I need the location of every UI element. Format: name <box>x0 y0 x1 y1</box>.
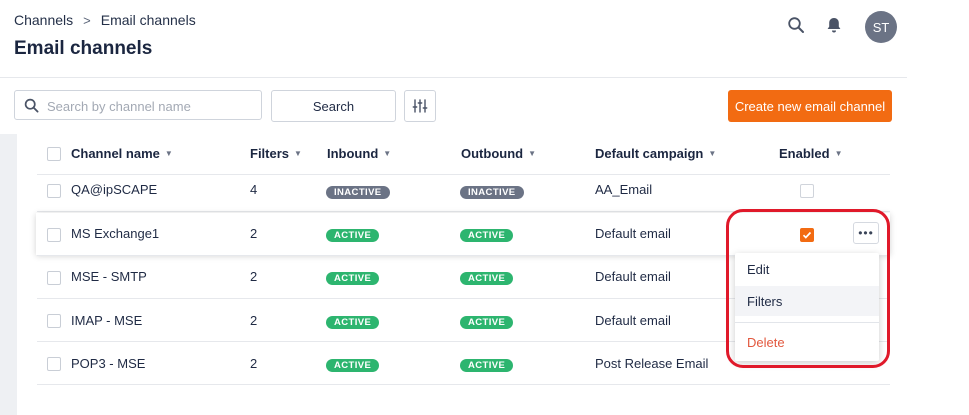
filters-count: 2 <box>250 313 258 328</box>
inbound-status-badge: ACTIVE <box>326 229 380 242</box>
menu-item-label: Filters <box>747 293 783 309</box>
menu-item-filters[interactable]: Filters <box>735 286 879 316</box>
checkmark-icon <box>802 231 812 239</box>
outbound-status-badge: ACTIVE <box>460 359 514 372</box>
sort-caret-icon: ▼ <box>164 149 173 158</box>
row-actions-menu: Edit Filters Delete <box>735 253 879 361</box>
breadcrumb-current: Email channels <box>100 12 196 28</box>
menu-item-edit[interactable]: Edit <box>735 254 879 284</box>
divider <box>37 384 890 385</box>
column-header-enabled[interactable]: Enabled ▼ <box>779 146 843 161</box>
row-checkbox[interactable] <box>47 271 61 285</box>
sliders-icon <box>412 99 428 113</box>
row-checkbox[interactable] <box>47 228 61 242</box>
row-checkbox[interactable] <box>47 357 61 371</box>
default-campaign: Default email <box>595 226 671 241</box>
column-header-label: Channel name <box>71 146 160 161</box>
side-gutter <box>0 134 17 415</box>
channel-name[interactable]: QA@ipSCAPE <box>71 182 157 197</box>
menu-item-label: Delete <box>747 334 785 350</box>
page-header: Channels > Email channels Email channels… <box>0 0 907 78</box>
menu-item-label: Edit <box>747 261 770 277</box>
filters-count: 2 <box>250 226 258 241</box>
column-header-inbound[interactable]: Inbound ▼ <box>327 146 391 161</box>
inbound-status-badge: ACTIVE <box>326 359 380 372</box>
channel-name[interactable]: MSE - SMTP <box>71 269 147 284</box>
create-email-channel-button[interactable]: Create new email channel <box>728 90 892 122</box>
search-input[interactable] <box>45 95 259 117</box>
divider <box>37 211 890 212</box>
default-campaign: Post Release Email <box>595 356 709 371</box>
row-actions-button[interactable]: ••• <box>853 222 879 244</box>
column-header-channel-name[interactable]: Channel name ▼ <box>71 146 173 161</box>
column-settings-button[interactable] <box>404 90 436 122</box>
breadcrumb-separator: > <box>83 12 91 28</box>
inbound-status-badge: ACTIVE <box>326 272 380 285</box>
outbound-status-badge: INACTIVE <box>460 186 524 199</box>
search-field[interactable] <box>14 90 262 120</box>
column-header-label: Outbound <box>461 146 524 161</box>
row-checkbox[interactable] <box>47 184 61 198</box>
search-icon[interactable] <box>787 16 805 34</box>
column-header-default-campaign[interactable]: Default campaign ▼ <box>595 146 716 161</box>
more-horizontal-icon: ••• <box>858 226 874 240</box>
search-input-icon <box>24 98 39 113</box>
filters-count: 2 <box>250 356 258 371</box>
table-row[interactable]: MS Exchange1 2 ACTIVE ACTIVE Default ema… <box>36 213 890 255</box>
row-checkbox[interactable] <box>47 314 61 328</box>
outbound-status-badge: ACTIVE <box>460 229 514 242</box>
enabled-checkbox[interactable] <box>800 184 814 198</box>
page-title: Email channels <box>14 38 153 59</box>
inbound-status-badge: ACTIVE <box>326 316 380 329</box>
table-row[interactable]: QA@ipSCAPE 4 INACTIVE INACTIVE AA_Email <box>37 169 890 211</box>
default-campaign: Default email <box>595 313 671 328</box>
default-campaign: AA_Email <box>595 182 653 197</box>
enabled-checkbox[interactable] <box>800 228 814 242</box>
default-campaign: Default email <box>595 269 671 284</box>
channel-name[interactable]: POP3 - MSE <box>71 356 145 371</box>
avatar[interactable]: ST <box>865 11 897 43</box>
sort-caret-icon: ▼ <box>294 149 302 158</box>
column-header-label: Enabled <box>779 146 830 161</box>
breadcrumb-channels-link[interactable]: Channels <box>14 12 73 28</box>
menu-item-delete[interactable]: Delete <box>735 327 879 357</box>
bell-icon[interactable] <box>825 16 843 34</box>
channel-name[interactable]: MS Exchange1 <box>71 226 159 241</box>
column-header-label: Filters <box>250 146 290 161</box>
breadcrumb: Channels > Email channels <box>14 12 196 28</box>
filters-count: 2 <box>250 269 258 284</box>
outbound-status-badge: ACTIVE <box>460 272 514 285</box>
column-header-outbound[interactable]: Outbound ▼ <box>461 146 536 161</box>
select-all-checkbox[interactable] <box>47 147 61 161</box>
column-header-label: Default campaign <box>595 146 704 161</box>
sort-caret-icon: ▼ <box>708 149 717 158</box>
outbound-status-badge: ACTIVE <box>460 316 514 329</box>
column-header-label: Inbound <box>327 146 379 161</box>
sort-caret-icon: ▼ <box>528 149 537 158</box>
sort-caret-icon: ▼ <box>383 149 392 158</box>
inbound-status-badge: INACTIVE <box>326 186 390 199</box>
column-header-filters[interactable]: Filters ▼ <box>250 146 302 161</box>
menu-divider <box>735 322 879 323</box>
channel-name[interactable]: IMAP - MSE <box>71 313 142 328</box>
filters-count: 4 <box>250 182 258 197</box>
search-button[interactable]: Search <box>271 90 396 122</box>
sort-caret-icon: ▼ <box>834 149 843 158</box>
